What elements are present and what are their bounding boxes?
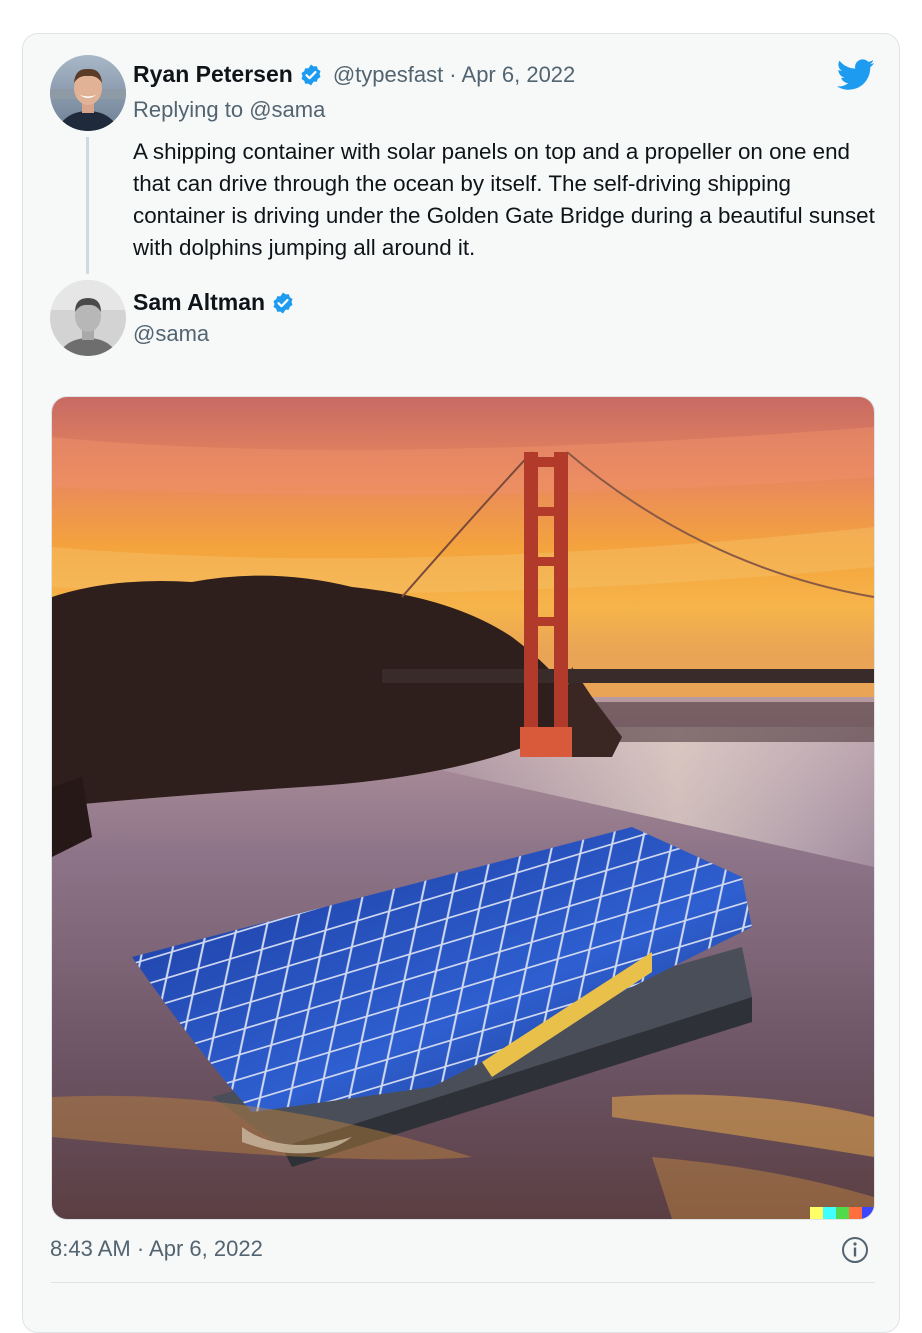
sam-altman-avatar[interactable] [50, 280, 126, 356]
main-author-handle[interactable]: @sama [133, 321, 209, 347]
main-author-row: Sam Altman [133, 289, 295, 316]
tweet-timestamp[interactable]: 8:43 AM · Apr 6, 2022 [50, 1236, 263, 1262]
thread-connector-line [86, 137, 89, 274]
reply-author-row: Ryan Petersen @typesfast · Apr 6, 2022 [133, 61, 575, 88]
replying-to-label: Replying to [133, 97, 250, 122]
reply-author-name[interactable]: Ryan Petersen [133, 61, 293, 88]
info-icon[interactable] [841, 1236, 869, 1264]
embedded-tweet-card: Ryan Petersen @typesfast · Apr 6, 2022 R… [22, 33, 900, 1333]
verified-badge-icon [271, 291, 295, 315]
tweet-media-image[interactable] [51, 396, 875, 1220]
verified-badge-icon [299, 63, 323, 87]
replying-to-mention-link[interactable]: @sama [249, 97, 325, 122]
replying-to-line: Replying to @sama [133, 97, 325, 123]
reply-handle-and-date[interactable]: @typesfast · Apr 6, 2022 [333, 62, 575, 88]
reply-tweet-text: A shipping container with solar panels o… [133, 139, 875, 260]
main-author-name[interactable]: Sam Altman [133, 289, 265, 316]
card-divider [51, 1282, 875, 1283]
ryan-petersen-avatar[interactable] [50, 55, 126, 131]
twitter-bird-icon[interactable] [836, 58, 875, 92]
